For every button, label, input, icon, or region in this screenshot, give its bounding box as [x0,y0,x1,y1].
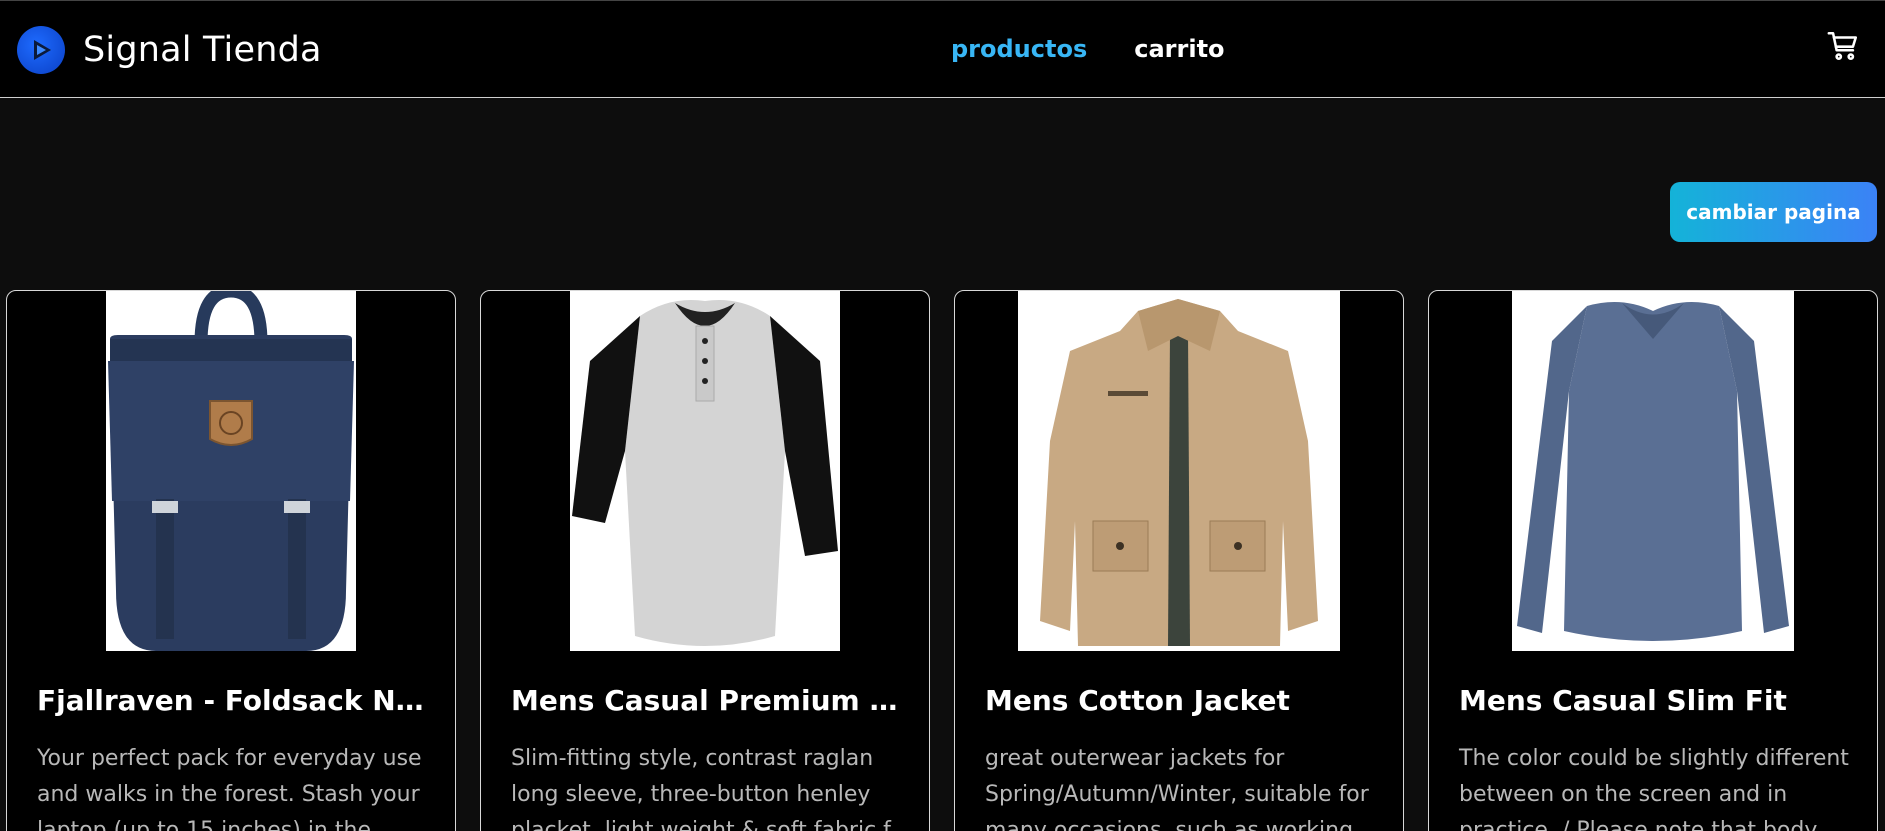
play-logo-icon [17,26,65,74]
cart-icon [1827,31,1858,61]
product-card[interactable]: Mens Casual Slim Fit The color could be … [1428,290,1878,831]
page-hero [0,99,1885,290]
product-description: great outerwear jackets for Spring/Autum… [985,746,1369,831]
product-image-frame [7,291,455,651]
product-image-frame [955,291,1403,651]
main-nav: productos carrito [951,35,1225,63]
product-description: The color could be slightly different be… [1459,746,1849,831]
cart-button[interactable] [1823,26,1863,66]
product-card[interactable]: Mens Cotton Jacket great outerwear jacke… [954,290,1404,831]
product-title: Mens Cotton Jacket [985,684,1290,717]
cotton-jacket-image [1018,291,1340,651]
product-title: Mens Casual Premium Sli... [511,684,906,717]
nav-link-productos[interactable]: productos [951,35,1087,63]
product-description: Your perfect pack for everyday use and w… [37,746,422,831]
product-grid: Fjallraven - Foldsack No. 1... Your perf… [6,290,1879,831]
nav-link-carrito[interactable]: carrito [1134,35,1224,63]
product-title: Mens Casual Slim Fit [1459,684,1787,717]
backpack-image [106,291,356,651]
brand[interactable]: Signal Tienda [17,26,322,74]
product-description: Slim-fitting style, contrast raglan long… [511,746,891,831]
product-title: Fjallraven - Foldsack No. 1... [37,684,432,717]
brand-name: Signal Tienda [83,30,322,70]
navbar: Signal Tienda productos carrito [0,0,1885,98]
product-image-frame [481,291,929,651]
slim-fit-shirt-image [1512,291,1794,651]
product-card[interactable]: Mens Casual Premium Sli... Slim-fitting … [480,290,930,831]
change-page-button[interactable]: cambiar pagina [1670,182,1877,242]
raglan-shirt-image [570,291,840,651]
product-card[interactable]: Fjallraven - Foldsack No. 1... Your perf… [6,290,456,831]
product-image-frame [1429,291,1877,651]
